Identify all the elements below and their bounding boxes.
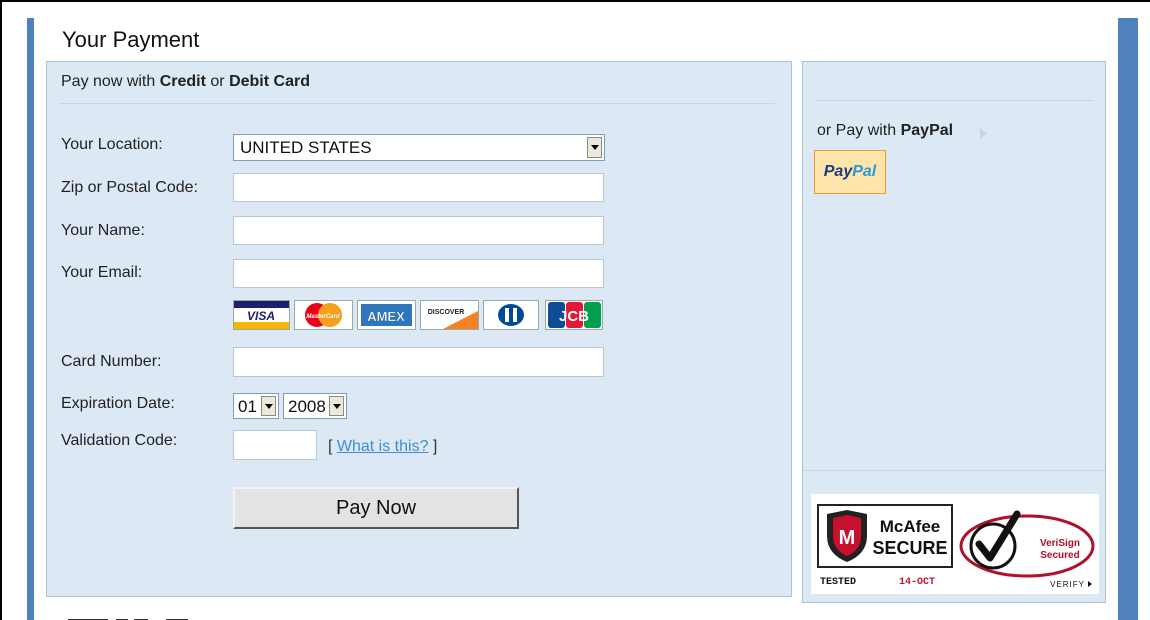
diners-club-icon — [483, 300, 539, 330]
zip-input[interactable] — [233, 173, 604, 202]
paypal-bottom-divider — [803, 470, 1105, 471]
jcb-text: JCB — [559, 308, 589, 325]
card-number-label: Card Number: — [61, 353, 162, 370]
verisign-line1: VeriSign — [1040, 538, 1080, 549]
intro-prefix: Pay now with — [61, 73, 160, 90]
card-payment-panel: Pay now with Credit or Debit Card Your L… — [46, 61, 792, 597]
chevron-down-icon[interactable] — [261, 396, 276, 416]
mastercard-icon: MasterCard — [294, 300, 353, 330]
chevron-down-icon[interactable] — [587, 137, 602, 158]
section-divider — [59, 103, 775, 104]
paypal-intro-prefix: or Pay with — [817, 122, 901, 139]
help-bracket-close: ] — [428, 438, 438, 455]
security-seals: M McAfee SECURE TESTED 14-OCT VeriSign S… — [811, 494, 1099, 594]
email-label: Your Email: — [61, 264, 143, 281]
window-frame-left — [0, 0, 2, 620]
location-select-value: UNITED STATES — [240, 138, 372, 157]
name-label: Your Name: — [61, 222, 145, 239]
amex-card-icon: AMEX — [357, 300, 416, 330]
card-payment-intro: Pay now with Credit or Debit Card — [61, 73, 310, 91]
intro-credit: Credit — [159, 73, 206, 90]
mcafee-tested-text: TESTED — [820, 577, 856, 588]
left-accent-bar — [27, 18, 34, 620]
amex-text: AMEX — [367, 309, 405, 324]
page-title: Your Payment — [62, 27, 200, 52]
verisign-verify-text: VERIFY — [1050, 580, 1085, 589]
mcafee-name: McAfee — [880, 517, 940, 536]
right-accent-bar — [1118, 18, 1138, 620]
intro-debit: Debit Card — [229, 73, 310, 90]
expiration-year-value: 2008 — [288, 397, 326, 416]
pay-now-button[interactable]: Pay Now — [233, 487, 519, 529]
what-is-this-link[interactable]: What is this? — [337, 438, 429, 455]
intro-or: or — [205, 73, 230, 90]
expiration-month-value: 01 — [238, 397, 257, 416]
mcafee-secure-text: SECURE — [872, 538, 947, 558]
help-bracket-open: [ — [328, 438, 337, 455]
name-input[interactable] — [233, 216, 604, 245]
verisign-secured-seal[interactable]: VeriSign Secured VERIFY — [957, 496, 1097, 592]
paypal-button[interactable]: Pay Pal — [814, 150, 886, 194]
mcafee-date-text: 14-OCT — [899, 577, 935, 588]
validation-help: [ What is this? ] — [328, 438, 437, 456]
discover-text: DISCOVER — [428, 309, 465, 316]
expiration-month-select[interactable]: 01 — [233, 393, 279, 419]
paypal-logo-part2: Pal — [852, 163, 877, 180]
window-frame-top — [0, 0, 1150, 2]
validation-code-input[interactable] — [233, 430, 317, 460]
card-number-input[interactable] — [233, 347, 604, 377]
paypal-top-divider — [815, 100, 1093, 101]
location-label: Your Location: — [61, 136, 163, 153]
jcb-card-icon: JCB — [545, 300, 603, 330]
expiration-year-select[interactable]: 2008 — [283, 393, 347, 419]
chevron-down-icon[interactable] — [329, 396, 344, 416]
discover-card-icon: DISCOVER — [420, 300, 479, 330]
paypal-logo-part1: Pay — [823, 163, 853, 180]
visa-card-icon: VISA — [233, 300, 290, 330]
expiration-label: Expiration Date: — [61, 395, 175, 412]
paypal-panel: or Pay with PayPal Pay Pal M McAfee SECUR… — [802, 61, 1106, 603]
mcafee-secure-seal[interactable]: M McAfee SECURE TESTED 14-OCT — [817, 502, 957, 598]
validation-label: Validation Code: — [61, 432, 178, 449]
visa-text: VISA — [247, 309, 275, 323]
zip-label: Zip or Postal Code: — [61, 179, 198, 196]
cut-off-section-heading — [68, 610, 198, 620]
paypal-intro: or Pay with PayPal — [817, 122, 953, 140]
email-input[interactable] — [233, 259, 604, 288]
location-select[interactable]: UNITED STATES — [233, 134, 605, 161]
chevron-right-icon — [980, 126, 987, 144]
paypal-intro-bold: PayPal — [900, 122, 954, 139]
verisign-line2: Secured — [1040, 550, 1079, 561]
mastercard-text: MasterCard — [306, 314, 339, 320]
svg-text:M: M — [839, 527, 856, 549]
